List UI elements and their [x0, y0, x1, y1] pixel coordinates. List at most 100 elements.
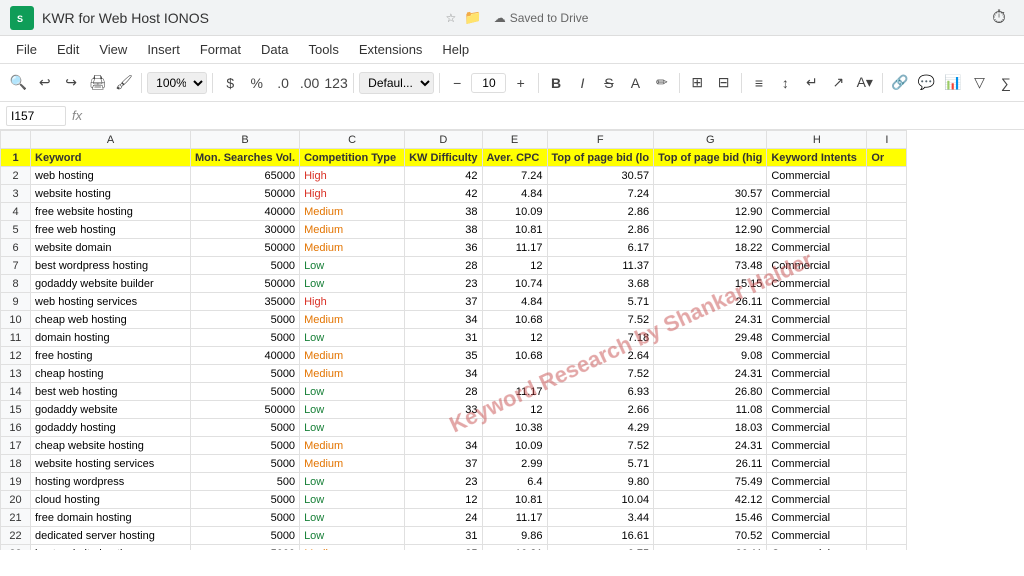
- cell-diff[interactable]: 34: [405, 437, 482, 455]
- cell-intent[interactable]: Commercial: [767, 167, 867, 185]
- h-keyword[interactable]: Keyword: [31, 149, 191, 167]
- cell-comp[interactable]: Low: [300, 419, 405, 437]
- cell-comp[interactable]: Medium: [300, 455, 405, 473]
- cell-intent[interactable]: Commercial: [767, 527, 867, 545]
- cell-vol[interactable]: 30000: [191, 221, 300, 239]
- row-num[interactable]: 8: [1, 275, 31, 293]
- cell-comp[interactable]: Low: [300, 257, 405, 275]
- cell-or[interactable]: [867, 257, 907, 275]
- cell-diff[interactable]: [405, 419, 482, 437]
- star-icon[interactable]: ☆: [446, 11, 457, 25]
- cell-keyword[interactable]: hosting wordpress: [31, 473, 191, 491]
- cell-cpc[interactable]: 4.84: [482, 293, 547, 311]
- cell-keyword[interactable]: dedicated server hosting: [31, 527, 191, 545]
- cell-vol[interactable]: 5000: [191, 527, 300, 545]
- cell-or[interactable]: [867, 347, 907, 365]
- cell-high[interactable]: 26.11: [654, 455, 767, 473]
- cell-intent[interactable]: Commercial: [767, 257, 867, 275]
- cell-intent[interactable]: Commercial: [767, 383, 867, 401]
- search-button[interactable]: 🔍: [6, 69, 30, 97]
- cell-low[interactable]: 2.86: [547, 221, 654, 239]
- row-num[interactable]: 5: [1, 221, 31, 239]
- cell-intent[interactable]: Commercial: [767, 347, 867, 365]
- number-format-button[interactable]: 123: [324, 69, 348, 97]
- menu-insert[interactable]: Insert: [139, 39, 188, 60]
- cell-low[interactable]: 6.93: [547, 383, 654, 401]
- align-left-button[interactable]: ≡: [747, 69, 771, 97]
- cell-cpc[interactable]: 2.99: [482, 455, 547, 473]
- row-num[interactable]: 13: [1, 365, 31, 383]
- cell-high[interactable]: 75.49: [654, 473, 767, 491]
- cell-high[interactable]: 42.12: [654, 491, 767, 509]
- cell-diff[interactable]: 37: [405, 293, 482, 311]
- decimal-increase-button[interactable]: .00: [297, 69, 321, 97]
- row-num[interactable]: 16: [1, 419, 31, 437]
- row-num[interactable]: 2: [1, 167, 31, 185]
- cell-vol[interactable]: 50000: [191, 275, 300, 293]
- cell-comp[interactable]: High: [300, 185, 405, 203]
- cell-comp[interactable]: Medium: [300, 203, 405, 221]
- cell-low[interactable]: 5.71: [547, 293, 654, 311]
- cell-intent[interactable]: Commercial: [767, 293, 867, 311]
- row-num[interactable]: 11: [1, 329, 31, 347]
- col-header-i[interactable]: I: [867, 131, 907, 149]
- cell-comp[interactable]: Medium: [300, 437, 405, 455]
- cell-or[interactable]: [867, 365, 907, 383]
- col-header-a[interactable]: A: [31, 131, 191, 149]
- cell-high[interactable]: 12.90: [654, 203, 767, 221]
- row-num[interactable]: 23: [1, 545, 31, 551]
- align-rotate-button[interactable]: ↗: [826, 69, 850, 97]
- cell-cpc[interactable]: 10.09: [482, 437, 547, 455]
- cell-diff[interactable]: 28: [405, 257, 482, 275]
- cell-cpc[interactable]: 10.68: [482, 311, 547, 329]
- cell-vol[interactable]: 5000: [191, 509, 300, 527]
- redo-button[interactable]: ↪: [59, 69, 83, 97]
- font-size-input[interactable]: 10: [471, 73, 506, 93]
- cell-diff[interactable]: 31: [405, 329, 482, 347]
- cell-keyword[interactable]: cheap hosting: [31, 365, 191, 383]
- cell-intent[interactable]: Commercial: [767, 275, 867, 293]
- cell-comp[interactable]: Medium: [300, 311, 405, 329]
- cell-or[interactable]: [867, 311, 907, 329]
- align-wrap-button[interactable]: ↵: [800, 69, 824, 97]
- cell-vol[interactable]: 5000: [191, 383, 300, 401]
- col-header-b[interactable]: B: [191, 131, 300, 149]
- cell-low[interactable]: 2.64: [547, 347, 654, 365]
- cell-keyword[interactable]: godaddy website builder: [31, 275, 191, 293]
- cell-diff[interactable]: 36: [405, 239, 482, 257]
- cell-diff[interactable]: 24: [405, 509, 482, 527]
- cell-diff[interactable]: 35: [405, 347, 482, 365]
- cell-comp[interactable]: Low: [300, 329, 405, 347]
- cell-high[interactable]: 29.48: [654, 329, 767, 347]
- cell-keyword[interactable]: free website hosting: [31, 203, 191, 221]
- cell-high[interactable]: [654, 167, 767, 185]
- cell-low[interactable]: 7.52: [547, 437, 654, 455]
- percent-button[interactable]: %: [244, 69, 268, 97]
- menu-format[interactable]: Format: [192, 39, 249, 60]
- cell-or[interactable]: [867, 167, 907, 185]
- row-num[interactable]: 12: [1, 347, 31, 365]
- cell-high[interactable]: 9.08: [654, 347, 767, 365]
- cell-cpc[interactable]: 10.81: [482, 221, 547, 239]
- row-num[interactable]: 19: [1, 473, 31, 491]
- cell-or[interactable]: [867, 401, 907, 419]
- bold-button[interactable]: B: [544, 69, 568, 97]
- cell-diff[interactable]: 38: [405, 203, 482, 221]
- link-button[interactable]: 🔗: [888, 69, 912, 97]
- cell-cpc[interactable]: 10.81: [482, 545, 547, 551]
- cell-intent[interactable]: Commercial: [767, 509, 867, 527]
- cell-high[interactable]: 70.52: [654, 527, 767, 545]
- cell-cpc[interactable]: 6.4: [482, 473, 547, 491]
- cell-comp[interactable]: High: [300, 167, 405, 185]
- col-header-d[interactable]: D: [405, 131, 482, 149]
- cell-intent[interactable]: Commercial: [767, 401, 867, 419]
- cell-cpc[interactable]: 10.68: [482, 347, 547, 365]
- cell-vol[interactable]: 5000: [191, 419, 300, 437]
- cell-comp[interactable]: Medium: [300, 365, 405, 383]
- cell-diff[interactable]: 34: [405, 365, 482, 383]
- font-size-increase-button[interactable]: +: [508, 69, 532, 97]
- cell-high[interactable]: 73.48: [654, 257, 767, 275]
- cell-keyword[interactable]: website hosting services: [31, 455, 191, 473]
- col-header-f[interactable]: F: [547, 131, 654, 149]
- cell-or[interactable]: [867, 383, 907, 401]
